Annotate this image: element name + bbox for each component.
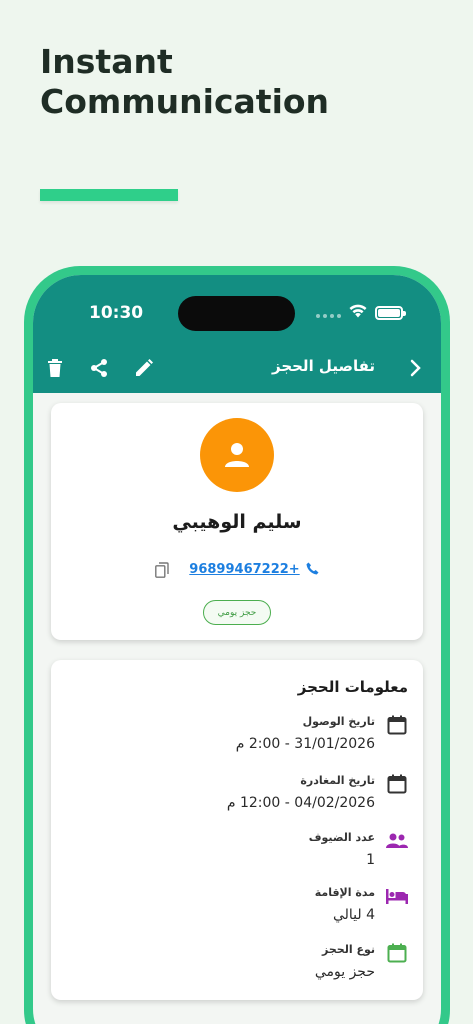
row-label: تاريخ الوصول bbox=[302, 715, 375, 728]
booking-info-card: معلومات الحجز تاريخ الوصول 31/01/2026 - … bbox=[51, 660, 423, 1000]
row-label: مدة الإقامة bbox=[314, 886, 375, 899]
phone-icon bbox=[306, 560, 319, 579]
headline-line-1: Instant bbox=[40, 42, 173, 81]
row-label: عدد الضيوف bbox=[308, 831, 375, 844]
row-value: 31/01/2026 - 2:00 م bbox=[235, 736, 375, 752]
row-value: حجز يومي bbox=[314, 964, 375, 980]
status-time: 10:30 bbox=[89, 303, 144, 323]
phone-screen: 10:30 تفاصيل الحجز سليم الوهيبي 96899467… bbox=[33, 275, 441, 1024]
phone-row: 96899467222+ bbox=[51, 560, 423, 579]
phone-frame: 10:30 تفاصيل الحجز سليم الوهيبي 96899467… bbox=[24, 266, 450, 1024]
status-bar: 10:30 bbox=[33, 275, 441, 343]
chevron-right-icon[interactable] bbox=[403, 355, 429, 381]
row-value: 1 bbox=[366, 852, 375, 868]
section-title: معلومات الحجز bbox=[297, 678, 408, 696]
guest-name: سليم الوهيبي bbox=[172, 511, 302, 533]
calendar-icon bbox=[386, 714, 408, 736]
person-icon bbox=[225, 443, 249, 467]
booking-type-badge: حجز يومي bbox=[203, 600, 271, 625]
stay-duration-row: مدة الإقامة 4 ليالي bbox=[66, 883, 408, 933]
departure-row: تاريخ المغادرة 04/02/2026 - 12:00 م bbox=[66, 771, 408, 821]
headline-accent-bar bbox=[40, 189, 178, 201]
calendar-icon bbox=[386, 773, 408, 795]
row-value: 4 ليالي bbox=[332, 907, 375, 923]
bed-icon bbox=[386, 885, 408, 907]
booking-type-row: نوع الحجز حجز يومي bbox=[66, 940, 408, 990]
status-icons bbox=[316, 303, 406, 322]
dynamic-island bbox=[178, 296, 295, 331]
avatar bbox=[200, 418, 274, 492]
people-icon bbox=[386, 830, 408, 852]
edit-icon[interactable] bbox=[131, 355, 157, 381]
battery-icon bbox=[375, 305, 406, 320]
headline: Instant Communication bbox=[40, 42, 329, 122]
phone-link[interactable]: 96899467222+ bbox=[189, 562, 299, 577]
row-label: تاريخ المغادرة bbox=[300, 774, 375, 787]
row-value: 04/02/2026 - 12:00 م bbox=[226, 795, 375, 811]
guest-profile-card: سليم الوهيبي 96899467222+ حجز يومي bbox=[51, 403, 423, 640]
wifi-icon bbox=[348, 303, 368, 322]
row-label: نوع الحجز bbox=[322, 943, 375, 956]
delete-icon[interactable] bbox=[42, 355, 68, 381]
app-bar: تفاصيل الحجز bbox=[33, 343, 441, 393]
headline-line-2: Communication bbox=[40, 82, 330, 121]
share-icon[interactable] bbox=[86, 355, 112, 381]
content-area: سليم الوهيبي 96899467222+ حجز يومي معلوم… bbox=[33, 393, 441, 1024]
calendar-green-icon bbox=[386, 942, 408, 964]
signal-icon bbox=[316, 308, 341, 318]
page-title: تفاصيل الحجز bbox=[271, 357, 375, 375]
copy-icon[interactable] bbox=[155, 561, 169, 578]
arrival-row: تاريخ الوصول 31/01/2026 - 2:00 م bbox=[66, 712, 408, 762]
guests-row: عدد الضيوف 1 bbox=[66, 828, 408, 878]
